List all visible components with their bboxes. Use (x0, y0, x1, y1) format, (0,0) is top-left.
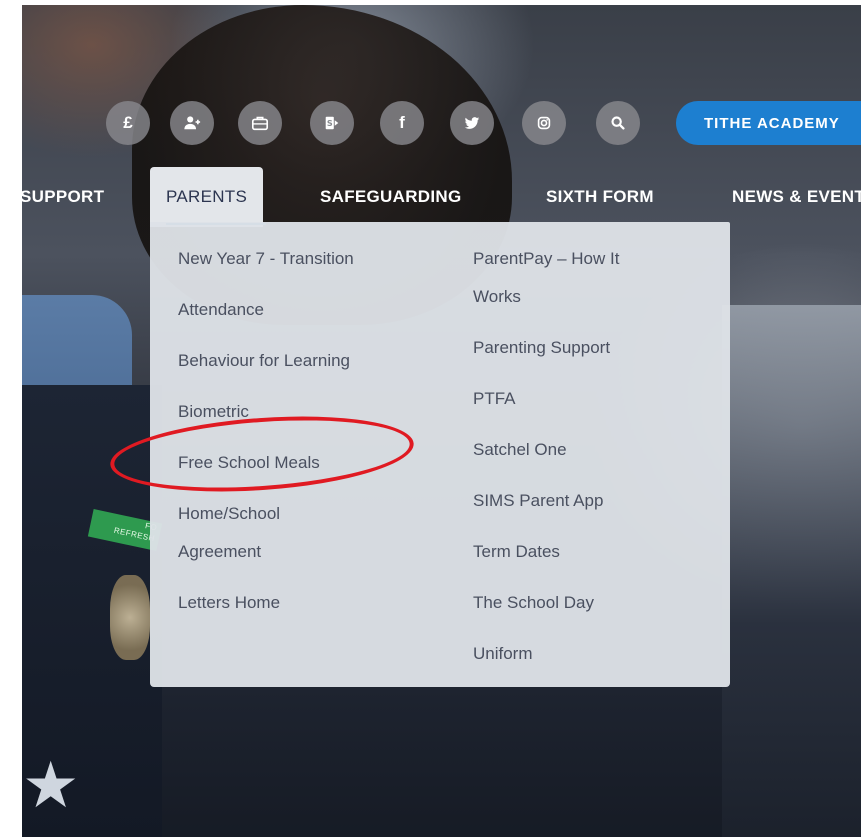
main-nav: SUPPORT PARENTS SAFEGUARDING SIXTH FORM … (22, 167, 861, 227)
svg-text:S: S (327, 118, 333, 128)
parents-dropdown-menu: New Year 7 - Transition Attendance Behav… (150, 222, 730, 687)
facebook-glyph: f (399, 113, 405, 132)
briefcase-icon[interactable] (238, 101, 282, 145)
menu-item-parentpay-how-it-works[interactable]: ParentPay – How It Works (473, 240, 648, 316)
instagram-icon[interactable] (522, 101, 566, 145)
menu-item-attendance[interactable]: Attendance (178, 291, 418, 329)
add-user-icon-svg (184, 116, 201, 130)
briefcase-icon-svg (251, 116, 269, 131)
dropdown-column-left: New Year 7 - Transition Attendance Behav… (178, 240, 458, 635)
pound-glyph: £ (123, 113, 133, 132)
tithe-academy-button[interactable]: TITHE ACADEMY (676, 101, 861, 145)
nav-item-safeguarding[interactable]: SAFEGUARDING (320, 167, 462, 227)
twitter-icon-svg (464, 117, 480, 129)
menu-item-biometric[interactable]: Biometric (178, 393, 418, 431)
menu-item-sims-parent-app[interactable]: SIMS Parent App (473, 482, 663, 520)
background-lower (162, 685, 722, 837)
search-icon-svg (611, 116, 625, 130)
facebook-icon[interactable]: f (380, 101, 424, 145)
nav-item-support[interactable]: SUPPORT (22, 167, 104, 227)
menu-item-free-school-meals[interactable]: Free School Meals (178, 444, 418, 482)
crest-pin (110, 575, 150, 660)
menu-item-satchel-one[interactable]: Satchel One (473, 431, 663, 469)
menu-item-term-dates[interactable]: Term Dates (473, 533, 663, 571)
nav-item-sixth-form[interactable]: SIXTH FORM (546, 167, 654, 227)
twitter-icon[interactable] (450, 101, 494, 145)
star-decoration: ★ (22, 749, 80, 821)
nav-item-news-events[interactable]: NEWS & EVENTS (732, 167, 861, 227)
menu-item-the-school-day[interactable]: The School Day (473, 584, 663, 622)
menu-item-uniform[interactable]: Uniform (473, 635, 663, 673)
sharepoint-icon[interactable]: S (310, 101, 354, 145)
dropdown-column-right: ParentPay – How It Works Parenting Suppo… (473, 240, 753, 686)
nav-item-parents-label: PARENTS (166, 187, 248, 206)
instagram-icon-svg (537, 116, 551, 130)
menu-item-ptfa[interactable]: PTFA (473, 380, 663, 418)
nav-item-parents[interactable]: PARENTS (150, 167, 266, 227)
pound-icon[interactable]: £ (106, 101, 150, 145)
menu-item-home-school-agreement[interactable]: Home/School Agreement (178, 495, 328, 571)
hero-background: FO REFRESH ★ £ S f TITHE ACADEMY SUPPORT… (22, 5, 861, 837)
menu-item-new-year-7-transition[interactable]: New Year 7 - Transition (178, 240, 418, 278)
menu-item-parenting-support[interactable]: Parenting Support (473, 329, 663, 367)
add-user-icon[interactable] (170, 101, 214, 145)
menu-item-behaviour-for-learning[interactable]: Behaviour for Learning (178, 342, 418, 380)
menu-item-letters-home[interactable]: Letters Home (178, 584, 418, 622)
search-icon[interactable] (596, 101, 640, 145)
sharepoint-icon-svg: S (325, 116, 339, 130)
